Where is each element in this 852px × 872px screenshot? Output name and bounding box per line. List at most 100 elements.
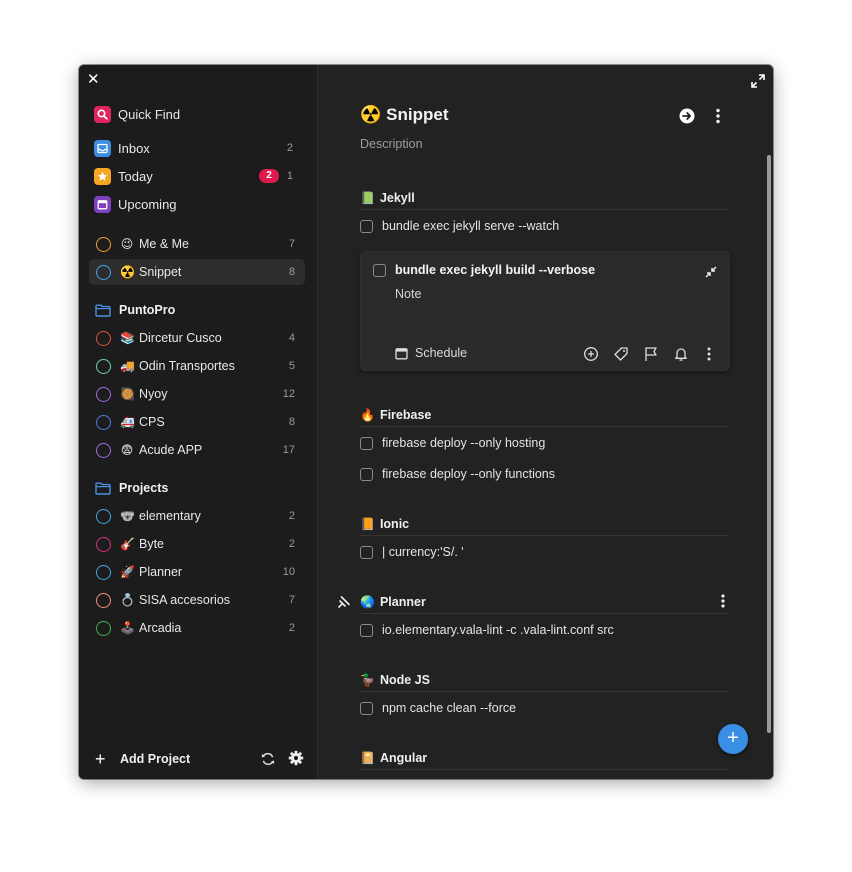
task-item[interactable]: bundle exec jekyll serve --watch xyxy=(360,216,728,236)
task-item[interactable]: | currency:'S/. ' xyxy=(360,542,728,562)
sidebar-item-dircetur-cusco[interactable]: 📚 Dircetur Cusco 4 xyxy=(89,325,305,351)
tag-icon[interactable] xyxy=(613,346,629,362)
project-description[interactable]: Description xyxy=(360,137,423,151)
section-emoji: 🌏 xyxy=(360,595,375,609)
sidebar-item-inbox[interactable]: Inbox 2 xyxy=(93,136,305,160)
task-item[interactable]: firebase deploy --only hosting xyxy=(360,433,728,453)
bell-icon[interactable] xyxy=(673,346,689,362)
project-emoji: 🎸 xyxy=(120,537,135,551)
sidebar-item-sisa-accesorios[interactable]: 💍 SISA accesorios 7 xyxy=(89,587,305,613)
task-content[interactable]: npm cache clean --force xyxy=(382,701,516,715)
section-header-node-js[interactable]: 🦆 Node JS xyxy=(360,669,728,692)
task-checkbox[interactable] xyxy=(373,264,386,277)
sidebar-item-arcadia[interactable]: 🕹️ Arcadia 2 xyxy=(89,615,305,641)
project-emoji: 🕹️ xyxy=(120,621,135,635)
sidebar-item-today[interactable]: Today 2 1 xyxy=(93,164,305,188)
project-label: Byte xyxy=(139,537,165,551)
task-checkbox[interactable] xyxy=(360,219,373,233)
task-content[interactable]: | currency:'S/. ' xyxy=(382,545,464,559)
sidebar-item-upcoming[interactable]: Upcoming xyxy=(93,192,305,216)
more-vertical-icon[interactable] xyxy=(715,107,733,125)
sync-icon[interactable] xyxy=(260,751,276,767)
project-label: Me & Me xyxy=(139,237,190,251)
add-project-button[interactable]: + Add Project xyxy=(95,749,190,769)
calendar-icon xyxy=(94,195,111,213)
task-content[interactable]: bundle exec jekyll serve --watch xyxy=(382,219,559,233)
inbox-count: 2 xyxy=(286,142,293,154)
sidebar-item-me-and-me[interactable]: 😉 Me & Me 7 xyxy=(89,231,305,257)
section-header-jekyll[interactable]: 📗 Jekyll xyxy=(360,187,728,210)
close-icon[interactable]: ✕ xyxy=(87,72,101,87)
task-content[interactable]: io.elementary.vala-lint -c .vala-lint.co… xyxy=(382,623,614,637)
section-header-firebase[interactable]: 🔥 Firebase xyxy=(360,404,728,427)
task-content[interactable]: firebase deploy --only hosting xyxy=(382,436,545,450)
section-label: Ionic xyxy=(379,517,410,531)
project-progress-icon xyxy=(96,414,111,430)
task-title[interactable]: bundle exec jekyll build --verbose xyxy=(395,263,595,277)
sidebar-item-odin-transportes[interactable]: 🚚 Odin Transportes 5 xyxy=(89,353,305,379)
pin-icon[interactable] xyxy=(338,595,350,608)
project-emoji: 📚 xyxy=(120,331,135,345)
quick-find-button[interactable]: Quick Find xyxy=(93,102,305,126)
sidebar-item-elementary[interactable]: 🐨 elementary 2 xyxy=(89,503,305,529)
sidebar-item-nyoy[interactable]: 🥘 Nyoy 12 xyxy=(89,381,305,407)
project-progress-icon xyxy=(96,536,111,552)
section-label: Angular xyxy=(379,751,428,765)
sidebar-item-cps[interactable]: 🚑 CPS 8 xyxy=(89,409,305,435)
inbox-label: Inbox xyxy=(118,140,150,156)
area-header-projects[interactable]: Projects xyxy=(95,477,305,499)
task-checkbox[interactable] xyxy=(360,467,373,481)
project-emoji: 😉 xyxy=(120,237,134,251)
folder-icon xyxy=(95,304,111,317)
collapse-icon[interactable] xyxy=(705,265,717,278)
task-content[interactable]: firebase deploy --only functions xyxy=(382,467,555,481)
project-count: 7 xyxy=(288,238,295,250)
project-label: Nyoy xyxy=(139,387,168,401)
plus-icon: + xyxy=(95,749,106,769)
task-item[interactable]: firebase deploy --only functions xyxy=(360,464,728,484)
today-label: Today xyxy=(118,168,153,184)
project-emoji: 😨 xyxy=(120,443,134,457)
add-circle-icon[interactable] xyxy=(583,346,599,362)
task-checkbox[interactable] xyxy=(360,436,373,450)
inbox-icon xyxy=(94,139,111,157)
schedule-button[interactable]: Schedule xyxy=(395,346,467,360)
calendar-icon xyxy=(395,347,408,359)
gear-icon[interactable] xyxy=(288,750,304,766)
sidebar-item-byte[interactable]: 🎸 Byte 2 xyxy=(89,531,305,557)
section-header-planner[interactable]: 🌏 Planner xyxy=(360,591,728,614)
project-label: SISA accesorios xyxy=(139,593,231,607)
task-checkbox[interactable] xyxy=(360,623,373,637)
project-progress-icon xyxy=(96,442,111,458)
task-item[interactable]: io.elementary.vala-lint -c .vala-lint.co… xyxy=(360,620,728,640)
project-progress-icon xyxy=(96,386,111,402)
scrollbar[interactable] xyxy=(767,155,771,733)
task-detail-card: bundle exec jekyll build --verbose Note … xyxy=(360,251,730,371)
project-label: CPS xyxy=(139,415,165,429)
more-vertical-icon[interactable] xyxy=(720,593,726,609)
more-vertical-icon[interactable] xyxy=(706,346,712,362)
project-count: 12 xyxy=(282,388,295,400)
area-header-puntopro[interactable]: PuntoPro xyxy=(95,299,305,321)
project-count: 5 xyxy=(288,360,295,372)
sidebar-item-planner[interactable]: 🚀 Planner 10 xyxy=(89,559,305,585)
project-emoji: 🚀 xyxy=(120,565,135,579)
sidebar-item-snippet[interactable]: ☢️ Snippet 8 xyxy=(89,259,305,285)
section-header-angular[interactable]: 📔 Angular xyxy=(360,747,728,770)
section-header-ionic[interactable]: 📙 Ionic xyxy=(360,513,728,536)
today-count: 1 xyxy=(286,170,293,182)
arrow-right-circle-icon[interactable] xyxy=(678,107,696,125)
maximize-icon[interactable] xyxy=(751,74,765,88)
section-label: Node JS xyxy=(379,673,430,687)
task-note[interactable]: Note xyxy=(395,287,421,301)
project-progress-icon xyxy=(96,264,111,280)
task-checkbox[interactable] xyxy=(360,545,373,559)
add-task-button[interactable]: + xyxy=(718,724,748,754)
project-progress-icon xyxy=(96,592,111,608)
sidebar-item-acude-app[interactable]: 😨 Acude APP 17 xyxy=(89,437,305,463)
project-progress-icon xyxy=(96,236,111,252)
project-emoji: 🚚 xyxy=(120,359,135,373)
task-checkbox[interactable] xyxy=(360,701,373,715)
flag-icon[interactable] xyxy=(643,346,659,362)
task-item[interactable]: npm cache clean --force xyxy=(360,698,728,718)
